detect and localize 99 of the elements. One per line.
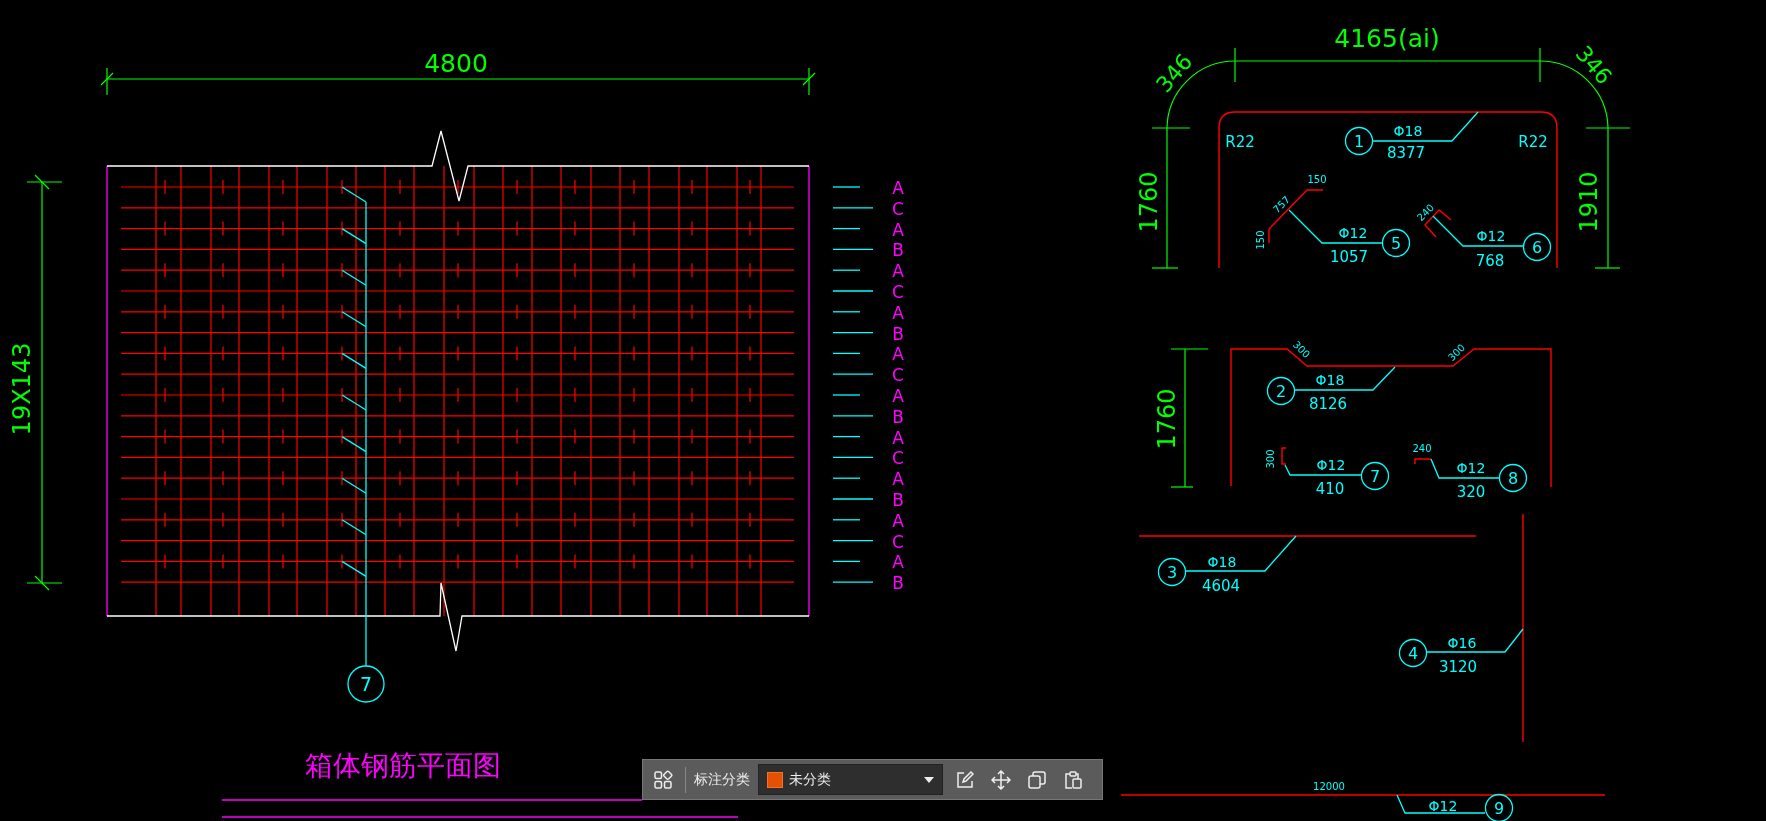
bar-mark-number: 5	[1390, 234, 1402, 253]
bar-length: 8126	[1308, 395, 1348, 413]
bar-mark-number: 7	[1369, 467, 1381, 486]
bar-mark-number: 6	[1531, 238, 1543, 257]
leader-line	[832, 581, 874, 583]
row-label: C	[892, 365, 904, 386]
bar-mark-circle	[1360, 461, 1390, 491]
leader-line	[832, 435, 861, 438]
segment-length: 300	[1290, 338, 1313, 361]
bar-mark-circle	[1498, 463, 1528, 493]
bar-mark-circle	[347, 665, 385, 703]
bar-mark-number: 1	[1353, 132, 1365, 151]
bar-mark-circle	[1344, 126, 1374, 156]
segment-length: 240	[1414, 201, 1437, 224]
bar-mark-circle	[1522, 232, 1552, 262]
leader-line	[832, 456, 874, 459]
bar-length: 8377	[1386, 144, 1426, 162]
leader-line	[832, 373, 874, 375]
leader-line	[832, 498, 874, 500]
bar-mark-circle	[1266, 376, 1296, 406]
bar-diameter: Φ18	[1393, 123, 1423, 139]
row-label: C	[892, 198, 904, 219]
bar-diameter: Φ18	[1207, 554, 1237, 570]
row-label: B	[892, 490, 904, 510]
row-label: C	[892, 448, 904, 469]
row-label: A	[892, 427, 904, 448]
bar-diameter: Φ12	[1338, 225, 1368, 241]
bar-mark-circle	[1157, 557, 1187, 587]
dimension-text: 19X143	[8, 342, 36, 436]
bar-length: 768	[1475, 252, 1505, 270]
row-label: A	[892, 302, 904, 323]
bar-mark-number: 4	[1407, 644, 1419, 663]
leader-line	[832, 331, 874, 334]
dimension-text: 1760	[1153, 388, 1181, 450]
leader-line	[832, 290, 874, 292]
bar-length: 320	[1456, 483, 1486, 501]
row-label: A	[892, 552, 904, 573]
bar-diameter: Φ18	[1315, 372, 1345, 388]
segment-length: 150	[1307, 174, 1327, 185]
bar-length: 410	[1315, 480, 1345, 498]
bar-mark-circle	[1381, 228, 1411, 258]
leader-line	[832, 248, 874, 251]
row-label: A	[892, 344, 904, 365]
row-label: A	[892, 178, 904, 198]
leader-line	[832, 539, 874, 542]
bar-mark-number: 2	[1275, 382, 1287, 401]
radius-label: R22	[1225, 133, 1255, 151]
radius-label: R22	[1518, 133, 1548, 151]
bar-mark-number: 3	[1166, 563, 1178, 582]
bar-length: 3120	[1438, 658, 1478, 676]
bar-length: 1057	[1329, 248, 1369, 266]
toolbar-label: 标注分类	[694, 770, 750, 789]
row-label: C	[892, 282, 904, 302]
leader-line	[832, 311, 861, 313]
row-label: A	[892, 386, 904, 406]
row-label: A	[892, 510, 904, 531]
dimension-text: 4165(ai)	[1334, 24, 1440, 53]
segment-length: 300	[1445, 341, 1468, 364]
leader-line	[832, 394, 861, 396]
category-dropdown[interactable]: 未分类	[758, 764, 943, 795]
dimension-text: 1760	[1135, 171, 1163, 233]
row-label: C	[892, 531, 904, 552]
bar-diameter: Φ16	[1447, 635, 1477, 651]
row-label: B	[892, 406, 904, 427]
leader-line	[832, 227, 861, 230]
leader-line	[832, 560, 861, 563]
bar-diameter: Φ12	[1316, 457, 1346, 473]
caret-icon	[924, 776, 934, 783]
row-label: A	[892, 219, 904, 240]
segment-length: 757	[1270, 193, 1293, 216]
row-label: B	[892, 323, 904, 344]
bar-mark-number: 7	[359, 673, 373, 695]
category-swatch-icon	[767, 771, 783, 788]
leader-line	[832, 207, 874, 209]
row-label: A	[892, 261, 904, 282]
row-label: B	[892, 573, 904, 594]
segment-length: 300	[1265, 449, 1276, 469]
bar-length: 4604	[1201, 577, 1241, 595]
dimension-text: 1910	[1575, 171, 1603, 233]
segment-length: 12000	[1313, 781, 1345, 792]
segment-length: 150	[1255, 230, 1266, 250]
segment-length: 240	[1412, 443, 1432, 454]
leader-line	[1430, 458, 1500, 479]
leader-line	[832, 269, 861, 271]
leader-line	[832, 186, 861, 188]
bar-diameter: Φ12	[1476, 228, 1506, 244]
dimension-text: 4800	[424, 49, 488, 78]
bar-mark-number: 9	[1493, 799, 1505, 818]
leader-line	[832, 352, 861, 355]
drawing-title: 箱体钢筋平面图	[305, 749, 501, 782]
leader-line	[832, 519, 861, 521]
bar-diameter: Φ12	[1456, 460, 1486, 476]
leader-line	[832, 415, 874, 417]
leader-line	[832, 477, 861, 479]
row-label: A	[892, 469, 904, 490]
bar-mark-number: 8	[1507, 469, 1519, 488]
bar-mark-circle	[1398, 638, 1428, 668]
row-label: B	[892, 240, 904, 261]
bar-diameter: Φ12	[1428, 798, 1458, 814]
